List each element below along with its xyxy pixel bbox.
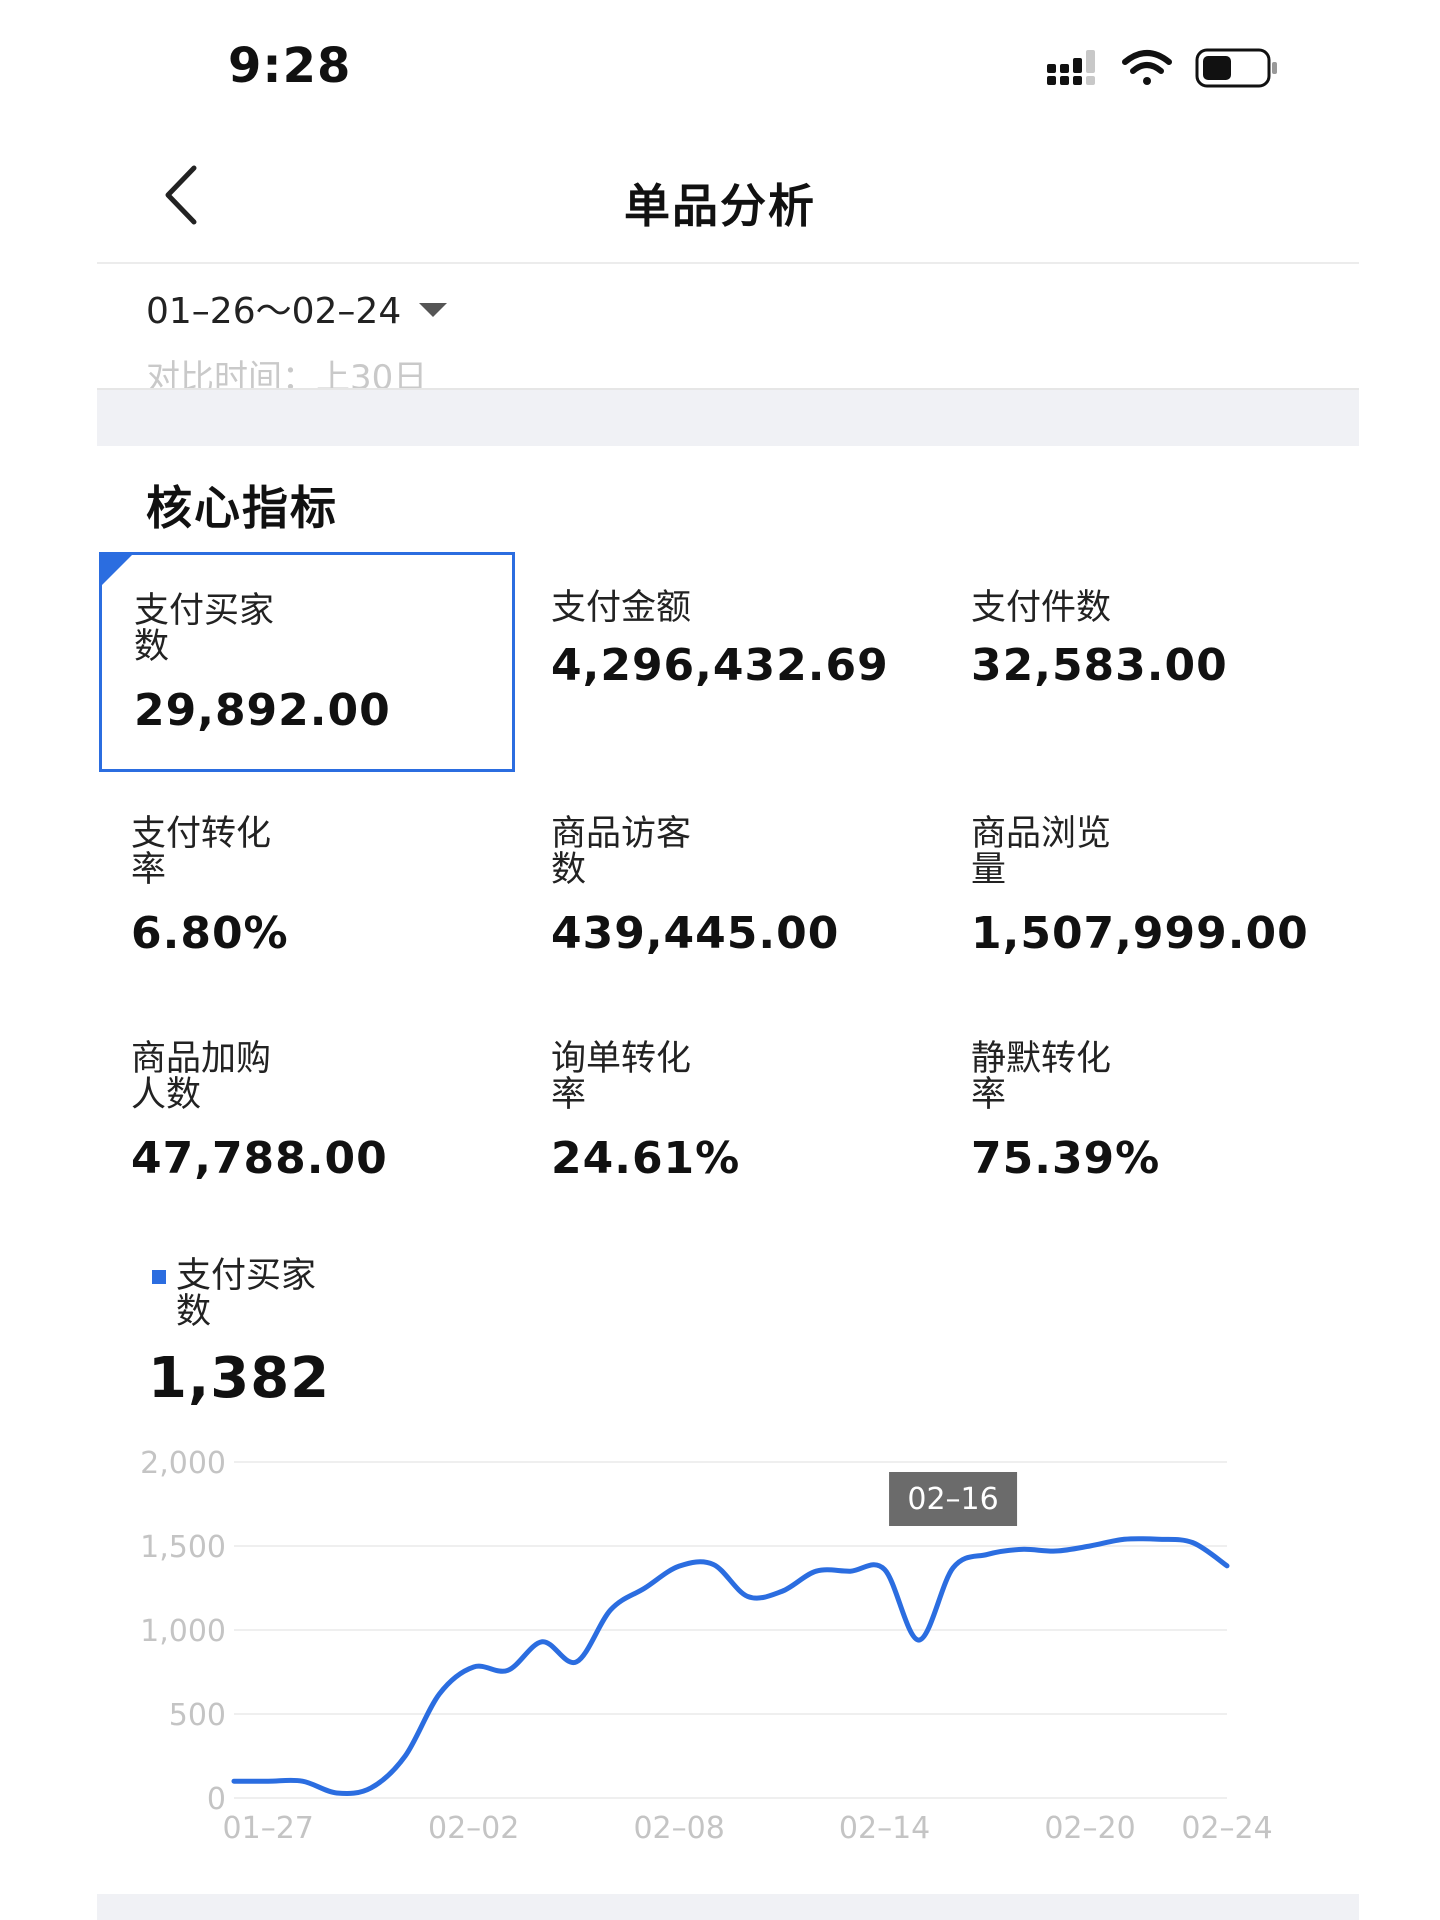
metric-label: 询单转化率 bbox=[551, 1039, 692, 1115]
x-tick-label: 02–14 bbox=[839, 1811, 930, 1840]
bottom-separator bbox=[97, 1894, 1359, 1920]
metric-value: 1,507,999.00 bbox=[971, 908, 1309, 959]
metric-card[interactable]: 支付转化率 6.80% bbox=[99, 778, 515, 998]
cellular-signal-icon bbox=[1047, 50, 1095, 85]
status-bar: 9:28 bbox=[0, 0, 1440, 130]
date-range-selector[interactable]: 01–26～02–24 bbox=[146, 282, 448, 334]
x-tick-label: 01–27 bbox=[223, 1811, 314, 1840]
metric-value: 6.80% bbox=[131, 908, 289, 959]
metric-value: 24.61% bbox=[551, 1133, 741, 1184]
metric-card[interactable]: 支付金额 4,296,432.69 bbox=[519, 552, 935, 772]
tooltip-label: 02–16 bbox=[907, 1482, 998, 1517]
x-tick-label: 02–20 bbox=[1044, 1811, 1135, 1840]
series-line bbox=[231, 1536, 1230, 1797]
metric-value: 75.39% bbox=[971, 1133, 1161, 1184]
metric-value: 32,583.00 bbox=[971, 640, 1228, 691]
metric-card[interactable]: 支付买家数 29,892.00 bbox=[99, 552, 515, 772]
x-tick-label: 02–02 bbox=[428, 1811, 519, 1840]
metric-value: 439,445.00 bbox=[551, 908, 840, 959]
metric-card[interactable]: 支付件数 32,583.00 bbox=[939, 552, 1355, 772]
status-time: 9:28 bbox=[228, 38, 352, 94]
legend-label: 支付买家数 bbox=[176, 1256, 317, 1332]
y-tick-label: 500 bbox=[169, 1698, 226, 1733]
metric-label: 支付件数 bbox=[971, 588, 1112, 628]
metric-label: 商品加购人数 bbox=[131, 1039, 272, 1115]
metric-label: 支付买家数 bbox=[134, 591, 275, 667]
metric-card[interactable]: 静默转化率 75.39% bbox=[939, 1003, 1355, 1223]
chart-legend: 支付买家数 bbox=[152, 1258, 326, 1330]
metric-label: 商品访客数 bbox=[551, 814, 692, 890]
caret-down-icon bbox=[419, 303, 448, 317]
date-range-text: 01–26～02–24 bbox=[146, 291, 402, 332]
divider bbox=[97, 262, 1359, 264]
nav-bar: 单品分析 bbox=[0, 130, 1440, 260]
metric-card[interactable]: 商品访客数 439,445.00 bbox=[519, 778, 935, 998]
line-chart[interactable]: 05001,0001,5002,00001–27 02–02 02–08 02–14 0… bbox=[97, 1420, 1359, 1840]
metric-card[interactable]: 商品加购人数 47,788.00 bbox=[99, 1003, 515, 1223]
metric-label: 支付金额 bbox=[551, 588, 692, 628]
chart-current-value: 1,382 bbox=[148, 1346, 331, 1411]
battery-icon bbox=[1195, 48, 1277, 88]
section-separator bbox=[97, 388, 1359, 446]
metric-label: 商品浏览量 bbox=[971, 814, 1112, 890]
metric-value: 47,788.00 bbox=[131, 1133, 388, 1184]
legend-swatch bbox=[152, 1270, 166, 1284]
metric-value: 4,296,432.69 bbox=[551, 640, 889, 691]
metric-value: 29,892.00 bbox=[134, 685, 391, 736]
metric-label: 支付转化率 bbox=[131, 814, 272, 890]
wifi-icon bbox=[1122, 50, 1172, 85]
section-title: 核心指标 bbox=[146, 481, 338, 535]
y-tick-label: 1,000 bbox=[140, 1614, 226, 1649]
x-tick-label: 02–08 bbox=[633, 1811, 724, 1840]
x-tick-label: 02–24 bbox=[1181, 1811, 1272, 1840]
metric-card[interactable]: 询单转化率 24.61% bbox=[519, 1003, 935, 1223]
y-tick-label: 1,500 bbox=[140, 1530, 226, 1565]
metric-label: 静默转化率 bbox=[971, 1039, 1112, 1115]
metric-card[interactable]: 商品浏览量 1,507,999.00 bbox=[939, 778, 1355, 998]
page-title: 单品分析 bbox=[624, 179, 816, 233]
y-tick-label: 2,000 bbox=[140, 1446, 226, 1481]
status-icons bbox=[1047, 48, 1277, 88]
